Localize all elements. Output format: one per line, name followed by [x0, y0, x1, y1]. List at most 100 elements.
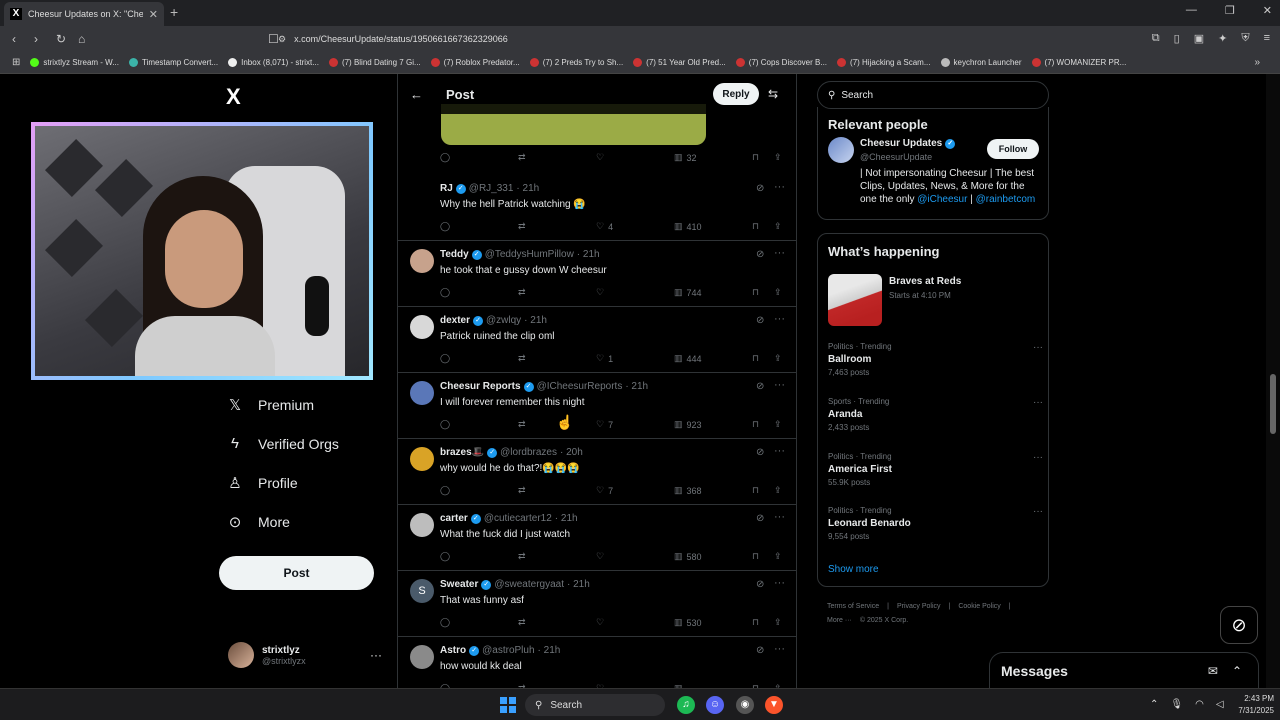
grok-icon[interactable]: ⊘ [756, 645, 764, 656]
bio-link[interactable]: @iCheesur [917, 194, 967, 205]
share-icon[interactable]: ⇪ [774, 152, 782, 163]
share-icon[interactable]: ⇪ [774, 353, 782, 364]
reply-tweet[interactable]: S Sweater ✓ @sweatergyaat · 21h ⊘ ··· That was … [398, 571, 796, 637]
mic-icon[interactable]: 🎙 [1170, 699, 1183, 710]
views-icon[interactable]: ▥ 744 [674, 287, 702, 298]
settings-sliders-icon[interactable]: ⇆ [768, 87, 778, 101]
author-name[interactable]: dexter [440, 315, 470, 326]
bookmark-item[interactable]: (7) WOMANIZER PR... [1031, 58, 1126, 67]
avatar[interactable] [410, 645, 434, 669]
minimize-icon[interactable]: — [1186, 4, 1197, 17]
sidebar-item-more[interactable]: ⊙ More [226, 513, 290, 531]
avatar[interactable] [410, 381, 434, 405]
author-name[interactable]: Teddy [440, 249, 469, 260]
extensions-icon[interactable]: ⧉ [1152, 32, 1160, 45]
bookmark-item[interactable]: Timestamp Convert... [128, 58, 218, 67]
menu-icon[interactable]: ≡ [1264, 32, 1270, 45]
reply-icon[interactable]: ◯ [440, 551, 450, 562]
tweet-time[interactable]: · 20h [560, 447, 583, 458]
more-dots-icon[interactable]: ··· [1033, 506, 1043, 517]
close-window-icon[interactable]: ✕ [1263, 4, 1272, 17]
more-dots-icon[interactable]: ··· [370, 648, 382, 662]
share-icon[interactable]: ⇪ [774, 617, 782, 628]
author-handle[interactable]: @sweatergyaat [494, 579, 564, 590]
follow-button[interactable]: Follow [987, 139, 1039, 159]
post-button[interactable]: Post [219, 556, 374, 590]
author-name[interactable]: Astro [440, 645, 466, 656]
more-dots-icon[interactable]: ··· [774, 577, 785, 589]
author-handle[interactable]: @RJ_331 [469, 183, 514, 194]
avatar[interactable]: S [410, 579, 434, 603]
more-dots-icon[interactable]: ··· [774, 379, 785, 391]
author-handle[interactable]: @astroPluh [482, 645, 534, 656]
share-icon[interactable]: ⇪ [774, 419, 782, 430]
retweet-icon[interactable]: ⇄ [518, 617, 526, 628]
avatar[interactable] [828, 137, 854, 163]
page-scrollbar[interactable] [1266, 74, 1280, 688]
reply-icon[interactable]: ◯ [440, 419, 450, 430]
url-field[interactable]: ⚙ x.com/CheesurUpdate/status/19506616673… [278, 29, 998, 49]
retweet-icon[interactable]: ⇄ [518, 419, 526, 430]
bookmark-icon[interactable]: ⊓ [752, 152, 759, 163]
reply-tweet[interactable]: Cheesur Reports ✓ @ICheesurReports · 21h ⊘ ··… [398, 373, 796, 439]
reply-icon[interactable]: ◯ [440, 287, 450, 298]
system-clock[interactable]: 2:43 PM 7/31/2025 [1218, 693, 1274, 717]
bookmark-icon[interactable]: ⊓ [752, 287, 759, 298]
more-dots-icon[interactable]: ··· [774, 247, 785, 259]
like-icon[interactable]: ♡ 1 [596, 353, 613, 364]
like-icon[interactable]: ♡ [596, 617, 608, 628]
footer-link[interactable]: Privacy Policy [897, 603, 941, 610]
grok-icon[interactable]: ⊘ [756, 183, 764, 194]
bookmark-item[interactable]: Inbox (8,071) - strixt... [228, 58, 319, 67]
tweet-time[interactable]: · 21h [625, 381, 648, 392]
tweet-time[interactable]: · 21h [555, 513, 578, 524]
more-dots-icon[interactable]: ··· [774, 511, 785, 523]
bookmark-icon[interactable]: ⊓ [752, 353, 759, 364]
avatar[interactable] [410, 315, 434, 339]
author-handle[interactable]: @zwlqy [486, 315, 521, 326]
share-icon[interactable]: ⇪ [774, 485, 782, 496]
views-icon[interactable]: ▥ 410 [674, 221, 702, 232]
footer-more-link[interactable]: More ··· [827, 617, 852, 624]
tweet-time[interactable]: · 21h [516, 183, 539, 194]
grok-icon[interactable]: ⊘ [756, 381, 764, 392]
more-dots-icon[interactable]: ··· [774, 313, 785, 325]
close-tab-icon[interactable]: ✕ [149, 8, 158, 21]
like-icon[interactable]: ♡ 7 [596, 485, 613, 496]
sidebar-icon[interactable]: ▯ [1174, 32, 1180, 45]
reply-tweet[interactable]: brazes🎩 ✓ @lordbrazes · 20h ⊘ ··· why would he… [398, 439, 796, 505]
footer-link[interactable]: Cookie Policy [958, 603, 1000, 610]
restore-icon[interactable]: ❐ [1225, 4, 1235, 17]
avatar[interactable] [410, 249, 434, 273]
vpn-icon[interactable]: ⛨ [1241, 32, 1249, 45]
bookmark-item[interactable]: (7) Blind Dating 7 Gi... [328, 58, 421, 67]
reply-tweet[interactable]: Teddy ✓ @TeddysHumPillow · 21h ⊘ ··· he took t… [398, 241, 796, 307]
like-icon[interactable]: ♡ [596, 152, 604, 163]
share-icon[interactable]: ⇪ [774, 287, 782, 298]
scroll-thumb[interactable] [1270, 374, 1276, 434]
event-image[interactable] [828, 274, 882, 326]
wifi-icon[interactable]: ◠ [1195, 699, 1204, 710]
reply-tweet[interactable]: carter ✓ @cutiecarter12 · 21h ⊘ ··· What the f… [398, 505, 796, 571]
more-dots-icon[interactable]: ··· [774, 181, 785, 193]
retweet-icon[interactable]: ⇄ [518, 551, 526, 562]
more-dots-icon[interactable]: ··· [774, 445, 785, 457]
author-handle[interactable]: @cutiecarter12 [484, 513, 552, 524]
bookmark-item[interactable]: keychron Launcher [940, 58, 1022, 67]
author-name[interactable]: brazes🎩 [440, 447, 484, 458]
footer-link[interactable]: Terms of Service [827, 603, 879, 610]
reload-icon[interactable]: ↻ [56, 32, 66, 46]
trend-item[interactable]: Politics · Trending America First 55.9K … [828, 452, 1043, 487]
like-icon[interactable]: ♡ 4 [596, 221, 613, 232]
spotify-icon[interactable]: ♫ [677, 696, 695, 714]
brave-icon[interactable]: ▼ [765, 696, 783, 714]
relevant-person-name[interactable]: Cheesur Updates ✓ [860, 138, 956, 149]
reply-tweet[interactable]: dexter ✓ @zwlqy · 21h ⊘ ··· Patrick ruined the… [398, 307, 796, 373]
windows-start-icon[interactable] [500, 697, 516, 713]
new-message-icon[interactable]: ✉ [1208, 664, 1218, 678]
share-icon[interactable]: ⇪ [774, 551, 782, 562]
like-icon[interactable]: ♡ 7 [596, 419, 613, 430]
wallet-icon[interactable]: ▣ [1194, 32, 1204, 45]
new-tab-icon[interactable]: + [170, 4, 178, 20]
bookmark-item[interactable]: (7) Roblox Predator... [430, 58, 520, 67]
